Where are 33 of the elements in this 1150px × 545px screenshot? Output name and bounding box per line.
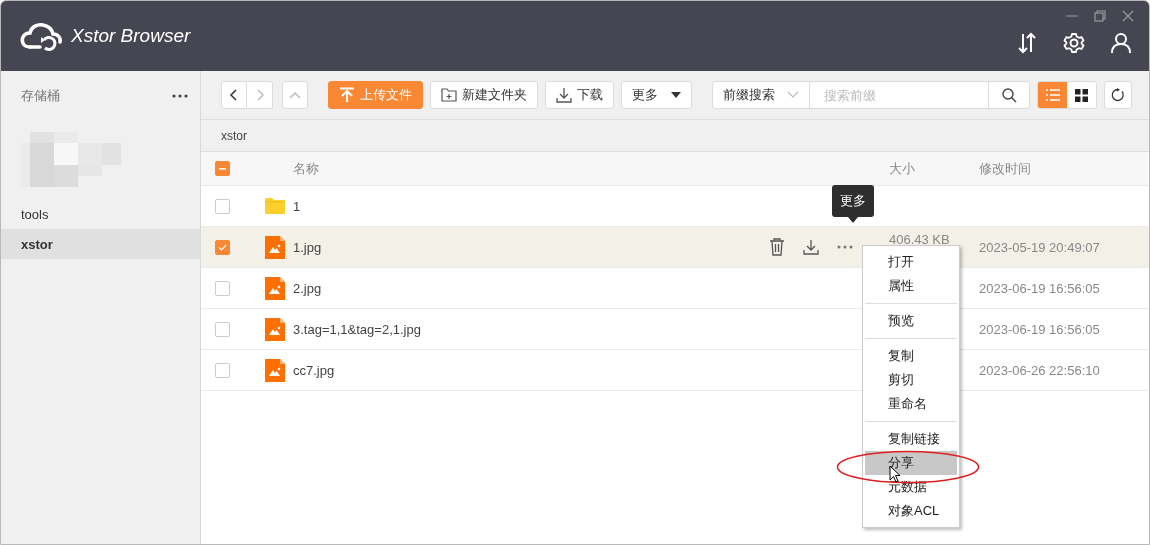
modified-time: 2023-05-19 20:49:07 — [979, 239, 1101, 255]
menu-item[interactable]: 分享 — [865, 451, 957, 475]
column-header[interactable]: 大小 — [889, 159, 979, 178]
column-header[interactable]: 修改时间 — [979, 159, 1149, 178]
file-name[interactable]: 1.jpg — [293, 239, 769, 255]
modified-time: 2023-06-19 16:56:05 — [979, 321, 1101, 337]
file-name[interactable]: 1 — [293, 198, 769, 214]
bucket-item[interactable]: xstor — [1, 229, 200, 259]
file-name[interactable]: 2.jpg — [293, 280, 769, 296]
menu-item[interactable]: 复制 — [865, 344, 957, 368]
menu-item[interactable]: 属性 — [865, 274, 957, 298]
file-name[interactable]: cc7.jpg — [293, 362, 769, 378]
menu-item[interactable]: 对象ACL — [865, 499, 957, 523]
tooltip: 更多 — [832, 185, 874, 217]
app-title: Xstor Browser — [71, 25, 191, 47]
menu-item[interactable]: 复制链接 — [865, 427, 957, 451]
modified-time: 2023-06-19 16:56:05 — [979, 280, 1101, 296]
breadcrumb-item[interactable]: xstor — [221, 128, 247, 143]
file-size: 406.43 KB — [889, 231, 951, 247]
search-field[interactable]: 前缀搜索 搜索前缀 — [712, 81, 1030, 109]
sidebar-heading: 存储桶 — [21, 87, 60, 105]
modified-time: 2023-06-26 22:56:10 — [979, 362, 1101, 378]
more-dropdown[interactable]: 更多 — [621, 81, 692, 109]
menu-item[interactable]: 剪切 — [865, 368, 957, 392]
toolbar-button[interactable]: 下载 — [545, 81, 614, 109]
bucket-item[interactable]: tools — [1, 199, 200, 229]
toolbar-button[interactable]: 新建文件夹 — [430, 81, 538, 109]
menu-item[interactable]: 打开 — [865, 250, 957, 274]
file-name[interactable]: 3.tag=1,1&tag=2,1.jpg — [293, 321, 769, 337]
search-mode[interactable]: 前缀搜索 — [723, 86, 775, 104]
menu-item[interactable]: 重命名 — [865, 392, 957, 416]
column-header[interactable]: 名称 — [293, 159, 769, 178]
menu-item[interactable]: 预览 — [865, 309, 957, 333]
